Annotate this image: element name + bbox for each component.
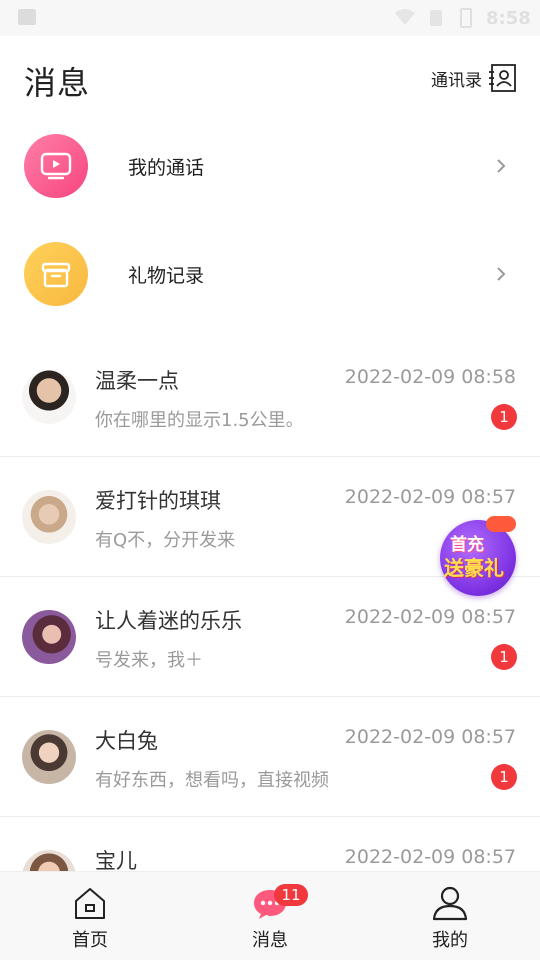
- wifi-icon: [395, 9, 415, 25]
- contacts-label: 通讯录: [431, 70, 482, 91]
- tab-messages-label: 消息: [252, 930, 288, 951]
- promo-line-2: 送豪礼: [444, 556, 504, 580]
- battery-icon: [460, 8, 472, 28]
- unread-badge: 1: [491, 764, 517, 790]
- chevron-right-icon: [497, 159, 506, 173]
- message-time: 2022-02-09 08:57: [344, 606, 516, 628]
- contact-card-icon: [489, 64, 516, 92]
- list-item[interactable]: 温柔一点 2022-02-09 08:58 你在哪里的显示1.5公里。 1: [0, 337, 540, 457]
- tab-home[interactable]: 首页: [0, 872, 180, 960]
- first-recharge-promo-button[interactable]: 首充 送豪礼: [440, 516, 520, 596]
- message-preview: 你在哪里的显示1.5公里。: [95, 410, 304, 431]
- unread-badge: 1: [491, 644, 517, 670]
- gift-records-row[interactable]: 礼物记录: [0, 229, 540, 319]
- ribbon-icon: [486, 516, 516, 532]
- page-title: 消息: [24, 64, 91, 102]
- avatar[interactable]: [22, 730, 76, 784]
- tab-me[interactable]: 我的: [360, 872, 540, 960]
- image-icon: [18, 9, 36, 25]
- contact-name: 爱打针的琪琪: [95, 489, 221, 513]
- message-time: 2022-02-09 08:57: [344, 726, 516, 748]
- chevron-right-icon: [497, 267, 506, 281]
- avatar[interactable]: [22, 490, 76, 544]
- video-call-icon: [24, 134, 88, 198]
- message-preview: 号发来，我＋: [95, 650, 203, 671]
- list-item[interactable]: 大白兔 2022-02-09 08:57 有好东西，想看吗，直接视频 1: [0, 697, 540, 817]
- contact-name: 温柔一点: [95, 369, 179, 393]
- messages-unread-badge: 11: [274, 884, 308, 906]
- tab-me-label: 我的: [432, 930, 468, 951]
- status-bar: 8:58: [0, 0, 540, 36]
- sim-icon: [430, 10, 442, 26]
- avatar[interactable]: [22, 610, 76, 664]
- bottom-tab-bar: 首页 11 消息 我的: [0, 871, 540, 960]
- status-time: 8:58: [486, 8, 531, 29]
- message-time: 2022-02-09 08:58: [344, 366, 516, 388]
- message-preview: 有Q不，分开发来: [95, 530, 236, 551]
- gift-icon: [24, 242, 88, 306]
- gift-records-label: 礼物记录: [128, 265, 205, 287]
- home-icon: [75, 888, 105, 919]
- user-icon: [432, 886, 468, 921]
- avatar[interactable]: [22, 370, 76, 424]
- my-calls-row[interactable]: 我的通话: [0, 121, 540, 211]
- message-preview: 有好东西，想看吗，直接视频: [95, 770, 329, 791]
- message-time: 2022-02-09 08:57: [344, 846, 516, 868]
- contacts-button[interactable]: 通讯录: [431, 62, 518, 94]
- contact-name: 大白兔: [95, 729, 158, 753]
- tab-home-label: 首页: [72, 930, 108, 951]
- conversation-list: 温柔一点 2022-02-09 08:58 你在哪里的显示1.5公里。 1 爱打…: [0, 337, 540, 937]
- my-calls-label: 我的通话: [128, 157, 205, 179]
- tab-messages[interactable]: 11 消息: [180, 872, 360, 960]
- message-time: 2022-02-09 08:57: [344, 486, 516, 508]
- contact-name: 让人着迷的乐乐: [95, 609, 242, 633]
- unread-badge: 1: [491, 404, 517, 430]
